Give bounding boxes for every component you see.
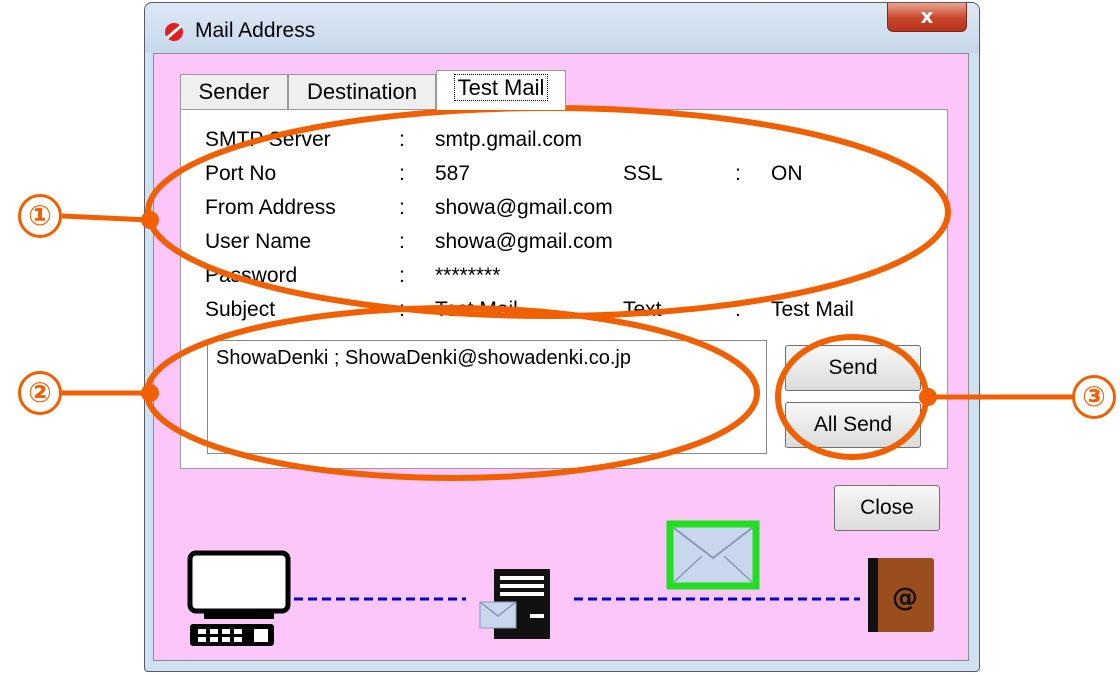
annotation-marker-1: ① xyxy=(18,194,62,238)
annotation-marker-3: ③ xyxy=(1072,375,1116,419)
annotation-ellipse-3 xyxy=(775,334,929,460)
annotation-ellipse-1 xyxy=(145,105,951,319)
tab-test-mail[interactable]: Test Mail xyxy=(436,70,566,110)
annotation-leader-1 xyxy=(61,213,151,223)
tab-test-mail-label: Test Mail xyxy=(453,74,549,101)
annotation-ellipse-2 xyxy=(144,305,760,481)
annotation-dot-2 xyxy=(141,384,159,402)
annotation-marker-2: ② xyxy=(18,371,62,415)
annotation-dot-1 xyxy=(141,211,159,229)
annotation-dot-3 xyxy=(919,388,937,406)
